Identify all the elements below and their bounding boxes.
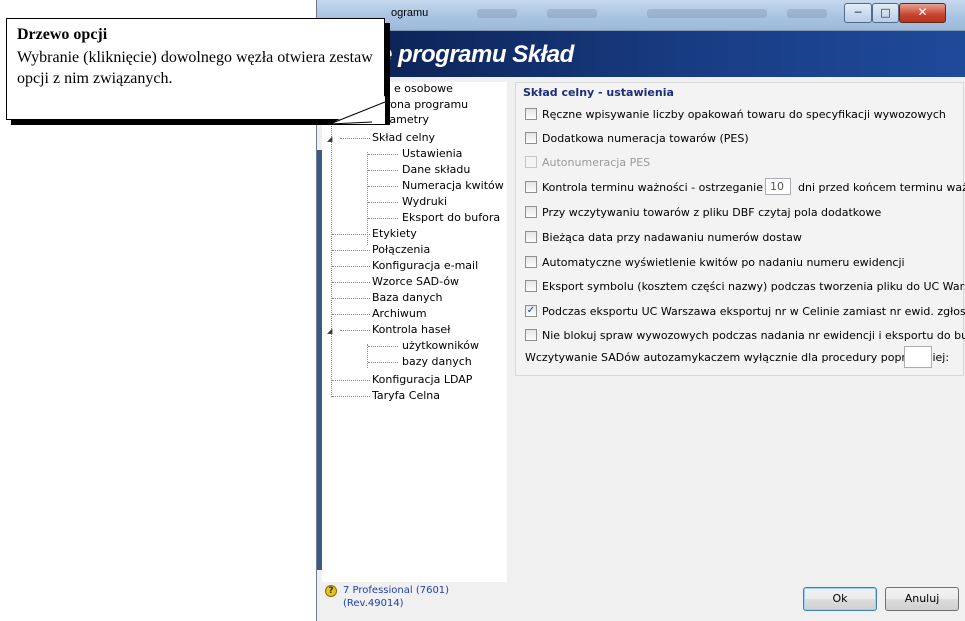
option-label: Bieżąca data przy nadawaniu numerów dost… — [542, 231, 802, 244]
option-label: Podczas eksportu UC Warszawa eksportuj n… — [542, 305, 965, 318]
tree-connector — [332, 396, 370, 397]
tree-connector — [332, 250, 370, 251]
tree-guide-line — [331, 114, 332, 397]
tree-connector — [332, 120, 370, 121]
tree-item-dane-skladu[interactable]: Dane składu — [402, 163, 470, 177]
collapse-triangle-icon[interactable]: ◢ — [327, 327, 335, 335]
title-bar-blur — [647, 9, 767, 18]
tree-item-konfiguracja-ldap[interactable]: Konfiguracja LDAP — [372, 373, 472, 387]
tree-item-ustawienia[interactable]: Ustawienia — [402, 147, 462, 161]
callout-body: Wybranie (kliknięcie) dowolnego węzła ot… — [17, 49, 373, 87]
checkbox[interactable] — [525, 108, 537, 120]
minimize-icon: ─ — [854, 6, 862, 19]
tree-connector — [332, 298, 370, 299]
tree-connector — [368, 170, 398, 171]
title-bar-blur — [547, 9, 597, 18]
program-banner: e programu Skład — [317, 31, 965, 77]
option-label: Eksport symbolu (kosztem części nazwy) p… — [542, 280, 965, 293]
tree-connector — [368, 362, 398, 363]
checkbox[interactable] — [525, 132, 537, 144]
checkbox[interactable] — [525, 280, 537, 292]
tree-connector — [368, 186, 398, 187]
banner-title: e programu Skład — [379, 41, 574, 68]
sad-autoclose-label: Wczytywanie SADów autozamykaczem wyłączn… — [525, 351, 950, 364]
callout-title: Drzewo opcji — [17, 26, 108, 43]
version-line: 7 Professional (7601) — [343, 585, 450, 596]
tree-item-bazy-danych[interactable]: bazy danych — [402, 355, 472, 369]
tree-connector — [368, 218, 398, 219]
revision-line: (Rev.49014) — [343, 598, 404, 609]
tree-connector — [340, 330, 370, 331]
tree-item-wydruki[interactable]: Wydruki — [402, 195, 447, 209]
tree-connector — [332, 234, 370, 235]
checkbox[interactable] — [525, 206, 537, 218]
maximize-icon: □ — [880, 6, 891, 19]
tree-connector — [368, 202, 398, 203]
tree-connector — [332, 266, 370, 267]
checkbox[interactable] — [525, 181, 537, 193]
sad-autoclose-input[interactable] — [904, 346, 932, 368]
option-label: Nie blokuj spraw wywozowych podczas nada… — [542, 329, 965, 342]
collapse-triangle-icon[interactable]: ◢ — [327, 135, 335, 143]
tree-connector — [332, 282, 370, 283]
section-title: Skład celny - ustawienia — [523, 86, 674, 99]
tree-item-sklad-celny[interactable]: Skład celny — [372, 131, 435, 145]
maximize-button[interactable]: □ — [872, 3, 899, 23]
tree-item-strona-programu[interactable]: rona programu — [386, 98, 468, 112]
tree-guide-line — [367, 152, 368, 245]
tree-item-kontrola-hasel[interactable]: Kontrola haseł — [372, 323, 450, 337]
tree-connector — [332, 314, 370, 315]
checkbox[interactable] — [525, 329, 537, 341]
tree-connector — [368, 154, 398, 155]
tree-item-eksport-do-bufora[interactable]: Eksport do bufora — [402, 211, 500, 225]
tree-item-baza-danych[interactable]: Baza danych — [372, 291, 443, 305]
title-bar[interactable]: ogramu ─ □ ✕ — [317, 0, 965, 31]
option-label: Automatyczne wyświetlenie kwitów po nada… — [542, 256, 905, 269]
checkbox[interactable] — [525, 256, 537, 268]
close-button[interactable]: ✕ — [899, 3, 946, 23]
tree-connector — [340, 138, 370, 139]
option-label: Dodatkowa numeracja towarów (PES) — [542, 132, 749, 145]
options-tree: ◢ ◢ e osobowe rona programu Parametry Sk… — [322, 82, 507, 582]
annotation-callout: Drzewo opcji Wybranie (kliknięcie) dowol… — [6, 18, 385, 120]
tree-connector — [332, 380, 370, 381]
tree-item-uzytkownikow[interactable]: użytkowników — [402, 339, 479, 353]
option-label: Przy wczytywaniu towarów z pliku DBF czy… — [542, 206, 882, 219]
tree-item-archiwum[interactable]: Archiwum — [372, 307, 427, 321]
checkbox-checked[interactable]: ✓ — [525, 305, 537, 317]
tree-item-etykiety[interactable]: Etykiety — [372, 227, 417, 241]
option-expiry-check[interactable]: Kontrola terminu ważności - ostrzeganie … — [525, 178, 965, 196]
expiry-suffix: dni przed końcem terminu ważności — [798, 181, 965, 194]
settings-panel: Skład celny - ustawienia Ręczne wpisywan… — [515, 82, 965, 376]
option-label: Kontrola terminu ważności - ostrzeganie … — [542, 181, 781, 194]
tree-item-polaczenia[interactable]: Połączenia — [372, 243, 430, 257]
ok-button[interactable]: Ok — [803, 587, 877, 611]
window-title: ogramu — [391, 7, 429, 19]
close-icon: ✕ — [917, 5, 928, 19]
minimize-button[interactable]: ─ — [844, 3, 872, 23]
help-icon: ? — [325, 585, 337, 597]
tree-item-numeracja-kwitow[interactable]: Numeracja kwitów — [402, 179, 504, 193]
title-bar-blur — [787, 9, 827, 18]
expiry-days-input[interactable]: 10 — [765, 178, 791, 195]
cancel-button[interactable]: Anuluj — [885, 587, 959, 611]
checkbox[interactable] — [525, 231, 537, 243]
tree-connector — [368, 346, 398, 347]
tree-item-taryfa-celna[interactable]: Taryfa Celna — [372, 389, 440, 403]
tree-guide-line — [367, 344, 368, 368]
option-label: Ręczne wpisywanie liczby opakowań towaru… — [542, 108, 946, 121]
title-bar-blur — [477, 9, 517, 18]
option-label: Autonumeracja PES — [542, 156, 651, 169]
app-window: ogramu ─ □ ✕ e programu Skład ◢ ◢ e osob… — [316, 0, 965, 621]
checkbox — [525, 156, 537, 168]
tree-item-wzorce-sad[interactable]: Wzorce SAD-ów — [372, 275, 459, 289]
tree-item-osobowe[interactable]: e osobowe — [394, 82, 453, 96]
tree-item-konfiguracja-email[interactable]: Konfiguracja e-mail — [372, 259, 478, 273]
